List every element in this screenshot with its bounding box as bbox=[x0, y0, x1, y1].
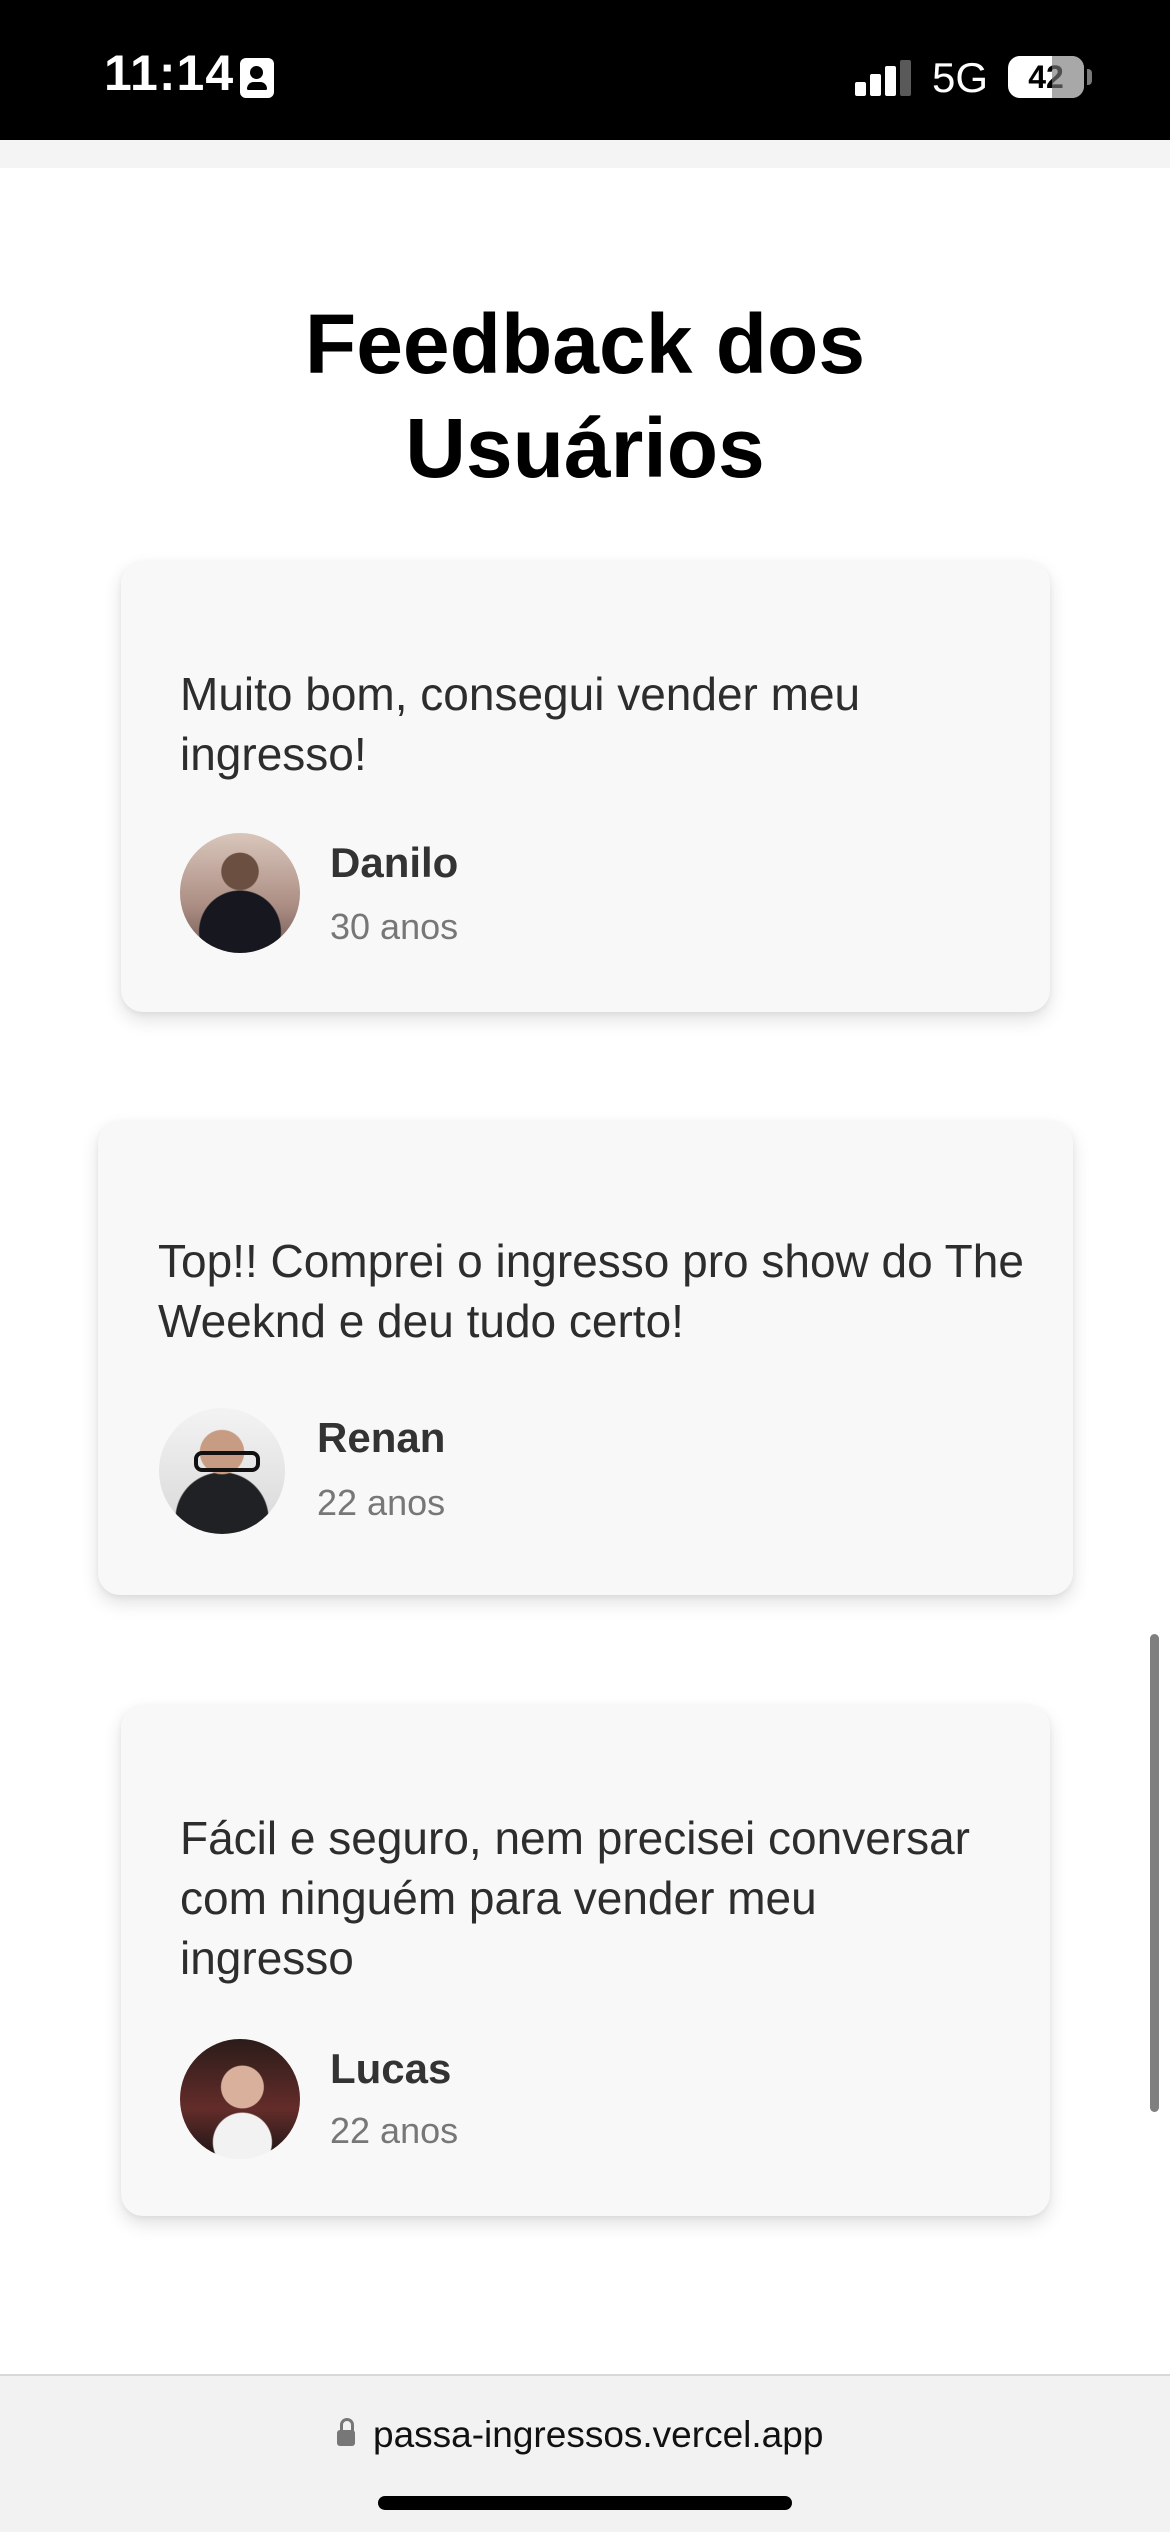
page-title-line-2: Usuários bbox=[405, 401, 765, 495]
testimonial-text: Muito bom, consegui vender meu ingresso! bbox=[180, 668, 861, 780]
page-scrollbar[interactable] bbox=[1150, 1634, 1159, 2112]
contact-card-icon bbox=[240, 58, 274, 98]
user-name: Renan bbox=[317, 1414, 446, 1461]
network-label: 5G bbox=[932, 54, 989, 101]
user-name: Lucas bbox=[330, 2045, 452, 2092]
status-time: 11:14 bbox=[104, 45, 235, 101]
testimonial-card: Fácil e seguro, nem precisei conversar c… bbox=[121, 1705, 1050, 2216]
page-title: Feedback dos Usuários bbox=[0, 292, 1170, 500]
user-age: 30 anos bbox=[330, 906, 459, 947]
person-avatar bbox=[180, 2039, 300, 2159]
signal-bars-icon bbox=[855, 60, 915, 96]
home-indicator[interactable] bbox=[378, 2496, 792, 2510]
user-age: 22 anos bbox=[330, 2110, 459, 2151]
user-name: Danilo bbox=[330, 839, 459, 886]
page-title-line-1: Feedback dos bbox=[304, 297, 866, 391]
testimonial-card: Top!! Comprei o ingresso pro show do The… bbox=[98, 1121, 1073, 1595]
lock-icon bbox=[337, 2418, 355, 2446]
testimonial-text: Fácil e seguro, nem precisei conversar c… bbox=[180, 1812, 970, 1984]
testimonial-card: Muito bom, consegui vender meu ingresso!… bbox=[121, 561, 1050, 1012]
person-avatar bbox=[159, 1408, 285, 1534]
top-divider bbox=[0, 140, 1170, 168]
address-url[interactable]: passa-ingressos.vercel.app bbox=[373, 2414, 823, 2456]
testimonial-text: Top!! Comprei o ingresso pro show do The… bbox=[158, 1235, 1024, 1347]
battery-cap-icon bbox=[1087, 69, 1092, 85]
battery-icon: 42 bbox=[1008, 56, 1084, 98]
user-age: 22 anos bbox=[317, 1482, 446, 1523]
person-avatar bbox=[180, 833, 300, 953]
status-bar: 11:14 5G 42 bbox=[0, 0, 1170, 140]
